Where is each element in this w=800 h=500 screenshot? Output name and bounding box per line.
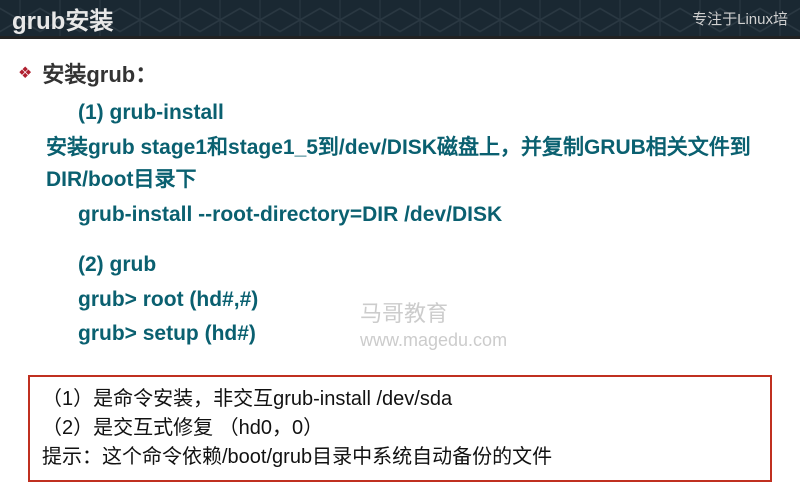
line-6: grub> setup (hd#) (78, 318, 782, 351)
section-title-zh: 安装 (42, 62, 86, 87)
note-line-2: （2）是交互式修复 （hd0，0） (42, 414, 758, 443)
line-4: (2) grub (78, 249, 782, 282)
line-1: (1) grub-install (78, 97, 782, 130)
note-line-3: 提示：这个命令依赖/boot/grub目录中系统自动备份的文件 (42, 443, 758, 472)
slide-title: grub安装 (12, 1, 113, 36)
section-title-en: grub (86, 62, 135, 87)
section-title-colon: ： (135, 62, 157, 87)
slide-content: ❖ 安装grub： (1) grub-install 安装grub stage1… (0, 36, 800, 363)
spacer (78, 233, 782, 247)
body-text: (1) grub-install 安装grub stage1和stage1_5到… (78, 97, 782, 351)
section-heading: ❖ 安装grub： (18, 57, 782, 89)
note-box: （1）是命令安装，非交互grub-install /dev/sda （2）是交互… (28, 375, 772, 482)
slide-header-right: 专注于Linux培 (692, 8, 788, 29)
line-2: 安装grub stage1和stage1_5到/dev/DISK磁盘上，并复制G… (46, 132, 782, 197)
slide-header: grub安装 专注于Linux培 (0, 0, 800, 36)
line-3: grub-install --root-directory=DIR /dev/D… (78, 199, 782, 232)
line-5: grub> root (hd#,#) (78, 284, 782, 317)
diamond-bullet-icon: ❖ (18, 63, 32, 83)
note-line-1: （1）是命令安装，非交互grub-install /dev/sda (42, 385, 758, 414)
section-title: 安装grub： (42, 57, 157, 89)
